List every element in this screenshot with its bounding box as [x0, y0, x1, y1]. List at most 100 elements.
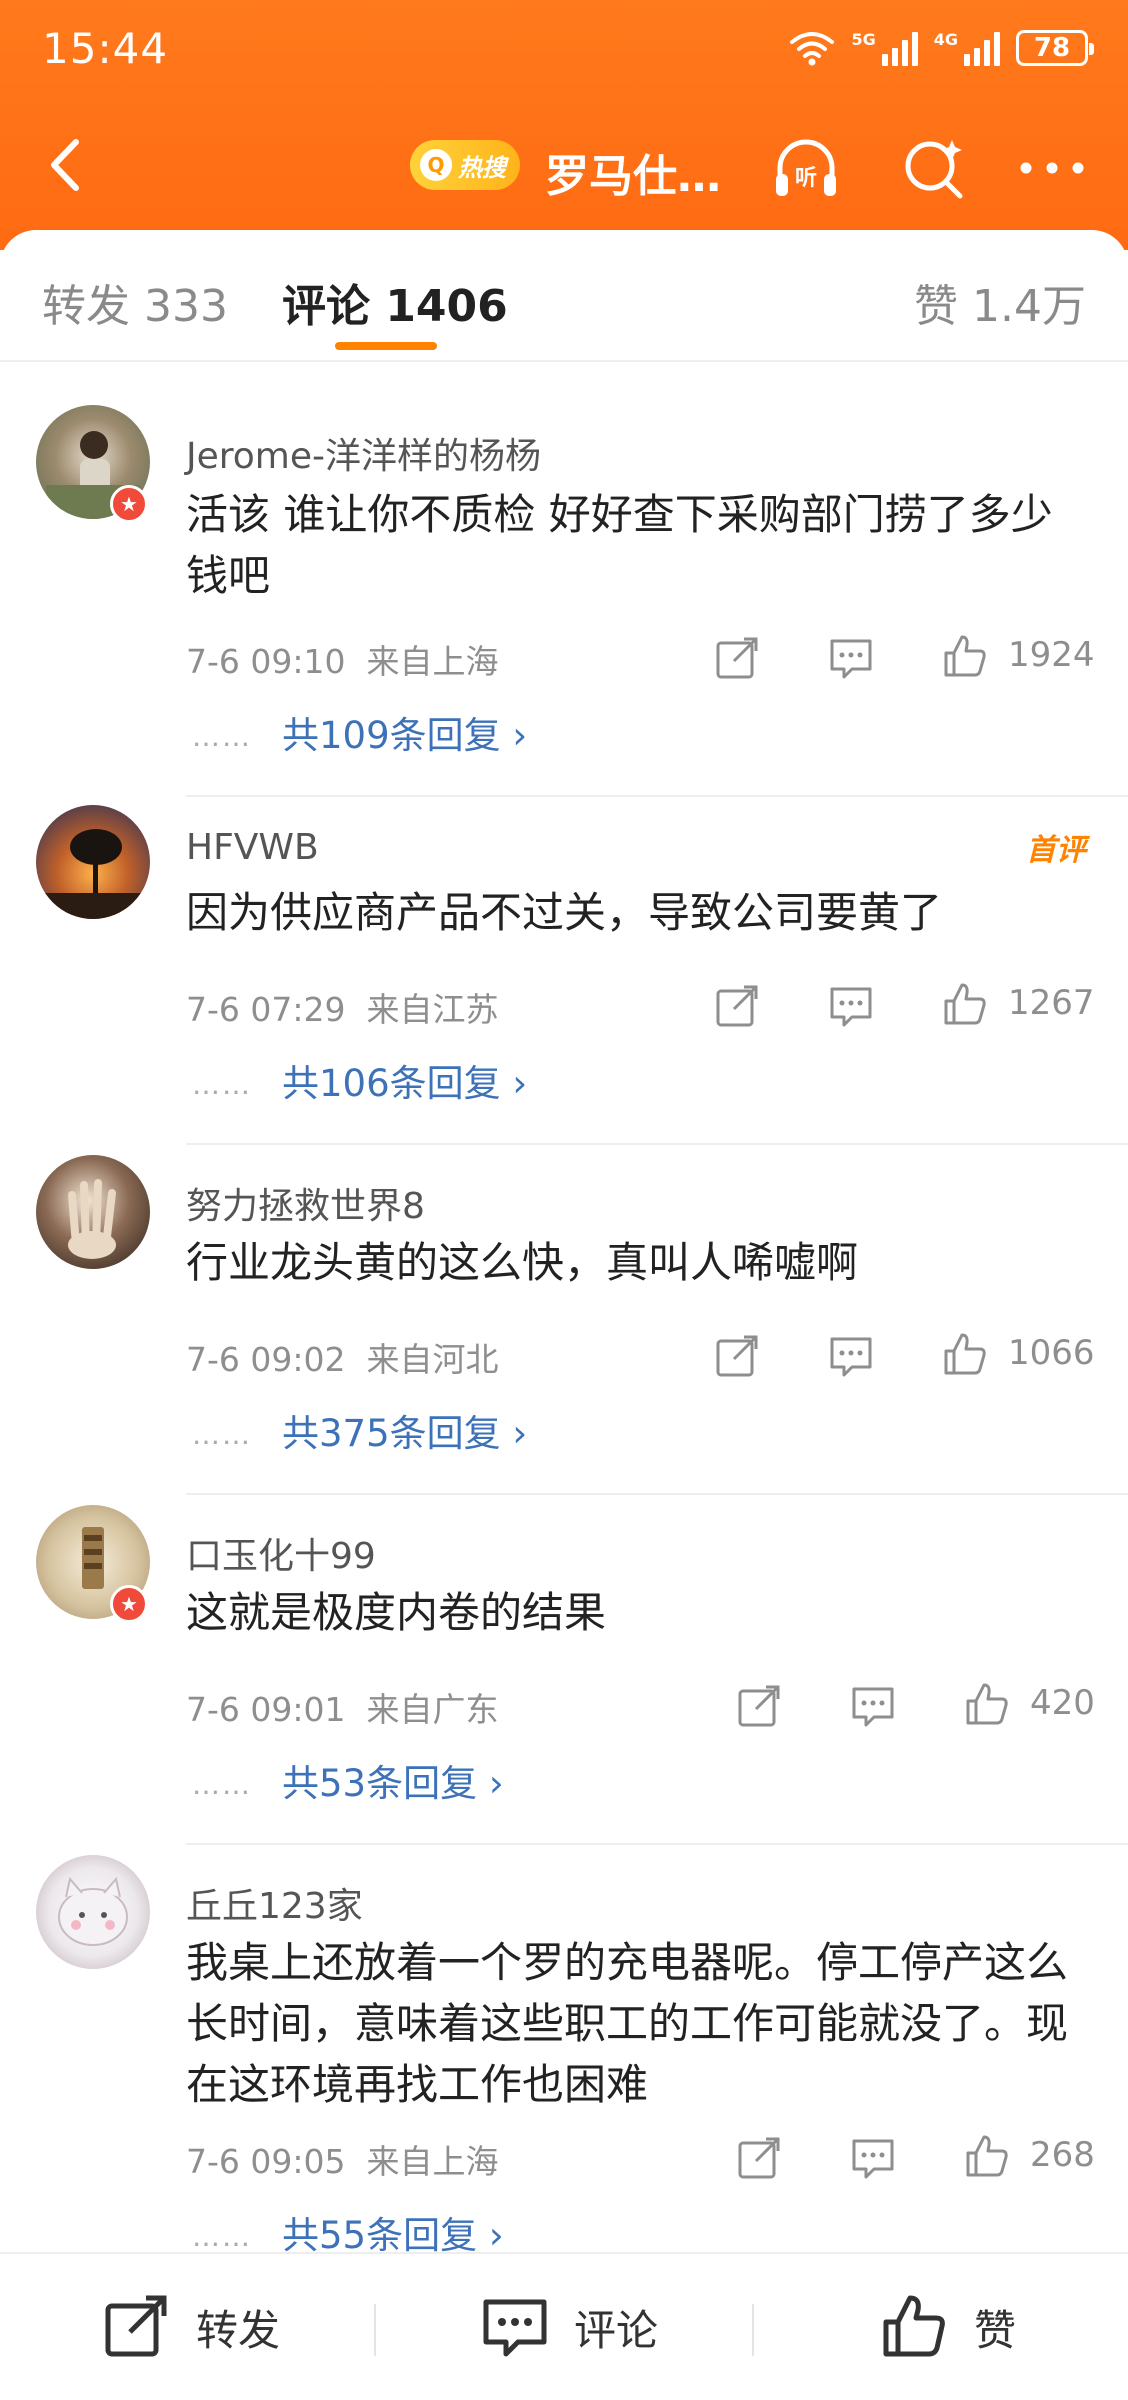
search-q-icon: Q — [420, 149, 452, 181]
comment-username[interactable]: HFVWB — [186, 827, 319, 868]
comment-meta: 7-6 09:01 来自广东 — [186, 1683, 498, 1731]
comment-location: 来自广东 — [366, 1690, 499, 1729]
reply-comment-icon[interactable] — [848, 1681, 898, 1731]
active-tab-indicator — [335, 342, 437, 350]
page-title[interactable]: 罗马仕… — [545, 140, 721, 204]
comment-text: 我桌上还放着一个罗的充电器呢。停工停产这么长时间，意味着这些职工的工作可能就没了… — [186, 1938, 1069, 2109]
comment-divider — [186, 795, 1128, 797]
reply-dots: …… — [192, 720, 252, 753]
repost-label: 转发 — [196, 2305, 281, 2355]
like-thumb-icon[interactable] — [962, 2131, 1012, 2181]
view-replies-link[interactable]: 共53条回复 › — [282, 1753, 504, 1807]
tab-bar: 转发 333 评论 1406 赞 1.4万 — [0, 230, 1128, 362]
signal-4g-icon: 4G — [934, 30, 1000, 66]
comment-text: 活该 谁让你不质检 好好查下采购部门捞了多少钱吧 — [186, 490, 1053, 600]
repost-button[interactable]: 转发 — [102, 2292, 280, 2362]
share-icon[interactable] — [712, 633, 762, 683]
comment-meta: 7-6 09:05 来自上海 — [186, 2135, 498, 2183]
comment-divider — [186, 1143, 1128, 1145]
comment-time: 7-6 09:01 — [186, 1690, 346, 1729]
comment-meta: 7-6 07:29 来自江苏 — [186, 983, 498, 1031]
avatar-cat-image — [58, 1876, 128, 1946]
view-replies-link[interactable]: 共106条回复 › — [282, 1053, 527, 1107]
reply-dots: …… — [192, 1068, 252, 1101]
like-button[interactable]: 赞 — [880, 2292, 1016, 2362]
like-thumb-icon[interactable] — [940, 631, 990, 681]
search-icon[interactable] — [898, 132, 970, 204]
view-replies-link[interactable]: 共55条回复 › — [282, 2205, 504, 2259]
comment-button[interactable]: 评论 — [480, 2292, 658, 2362]
replies-label: 共109条回复 — [282, 714, 501, 757]
chevron-right-icon: › — [512, 714, 528, 757]
avatar[interactable] — [36, 1855, 150, 1969]
chevron-right-icon: › — [512, 1062, 528, 1105]
replies-label: 共375条回复 — [282, 1412, 501, 1455]
like-thumb-icon[interactable] — [962, 1679, 1012, 1729]
reply-comment-icon[interactable] — [826, 633, 876, 683]
like-count: 1066 — [1008, 1333, 1095, 1373]
more-icon[interactable] — [1012, 132, 1092, 204]
replies-label: 共55条回复 — [282, 2214, 478, 2257]
back-arrow-icon[interactable] — [36, 130, 96, 200]
verified-badge-icon: ★ — [110, 485, 148, 523]
like-thumb-icon — [883, 2295, 945, 2357]
bottom-action-bar: 转发 评论 赞 — [0, 2252, 1128, 2400]
verified-badge-icon: ★ — [110, 1585, 148, 1623]
top-header: 15:44 5G 4G 78 Q 热搜 罗马仕… 听 — [0, 0, 1128, 250]
chevron-right-icon: › — [488, 1762, 504, 1805]
status-time: 15:44 — [42, 24, 169, 73]
battery-icon: 78 — [1016, 30, 1094, 66]
tab-repost[interactable]: 转发 333 — [42, 270, 228, 334]
comment-username[interactable]: 努力拯救世界8 — [186, 1177, 425, 1229]
like-thumb-icon[interactable] — [940, 979, 990, 1029]
repost-share-icon — [105, 2295, 167, 2357]
view-replies-link[interactable]: 共109条回复 › — [282, 705, 527, 759]
comment-text: 因为供应商产品不过关，导致公司要黄了 — [186, 888, 943, 937]
status-icons: 5G 4G 78 — [789, 30, 1094, 66]
replies-label: 共53条回复 — [282, 1762, 478, 1805]
view-replies-link[interactable]: 共375条回复 › — [282, 1403, 527, 1457]
avatar[interactable] — [36, 805, 150, 919]
comment-bubble-icon — [483, 2299, 547, 2357]
comment-username[interactable]: 口玉化十99 — [186, 1527, 376, 1579]
share-icon[interactable] — [734, 2133, 784, 2183]
avatar-sunset-tree-image — [36, 829, 150, 919]
comment-time: 7-6 09:02 — [186, 1340, 346, 1379]
comment-location: 来自上海 — [366, 2142, 499, 2181]
share-icon[interactable] — [712, 981, 762, 1031]
comment-label: 评论 — [574, 2305, 659, 2355]
like-count: 420 — [1030, 1683, 1095, 1723]
like-label: 赞 — [974, 2305, 1017, 2355]
share-icon[interactable] — [734, 1681, 784, 1731]
comment-time: 7-6 09:05 — [186, 2142, 346, 2181]
tab-likes[interactable]: 赞 1.4万 — [914, 270, 1086, 334]
share-icon[interactable] — [712, 1331, 762, 1381]
comment-location: 来自河北 — [366, 1340, 499, 1379]
comment-text: 行业龙头黄的这么快，真叫人唏嘘啊 — [186, 1238, 859, 1287]
like-thumb-icon[interactable] — [940, 1329, 990, 1379]
comment-divider — [186, 1843, 1128, 1845]
separator — [374, 2304, 376, 2356]
reply-comment-icon[interactable] — [848, 2133, 898, 2183]
replies-label: 共106条回复 — [282, 1062, 501, 1105]
like-count: 1924 — [1008, 635, 1095, 675]
first-comment-badge: 首评 — [1026, 833, 1086, 868]
separator — [752, 2304, 754, 2356]
reply-comment-icon[interactable] — [826, 981, 876, 1031]
reply-dots: …… — [192, 2220, 252, 2253]
comment-text: 这就是极度内卷的结果 — [186, 1588, 607, 1637]
reply-dots: …… — [192, 1418, 252, 1451]
reply-dots: …… — [192, 1768, 252, 1801]
avatar-hand-image — [68, 1179, 116, 1259]
tab-comments[interactable]: 评论 1406 — [282, 270, 508, 334]
comment-username[interactable]: Jerome-洋洋样的杨杨 — [186, 427, 541, 479]
reply-comment-icon[interactable] — [826, 1331, 876, 1381]
nav-bar: Q 热搜 罗马仕… 听 — [0, 110, 1128, 220]
comment-username[interactable]: 丘丘123家 — [186, 1877, 363, 1929]
signal-5g-icon: 5G — [851, 30, 918, 66]
listen-headphone-icon[interactable]: 听 — [770, 132, 842, 204]
avatar[interactable] — [36, 1155, 150, 1269]
hot-search-badge[interactable]: Q 热搜 — [410, 140, 520, 190]
chevron-right-icon: › — [512, 1412, 528, 1455]
hot-label: 热搜 — [458, 153, 506, 182]
